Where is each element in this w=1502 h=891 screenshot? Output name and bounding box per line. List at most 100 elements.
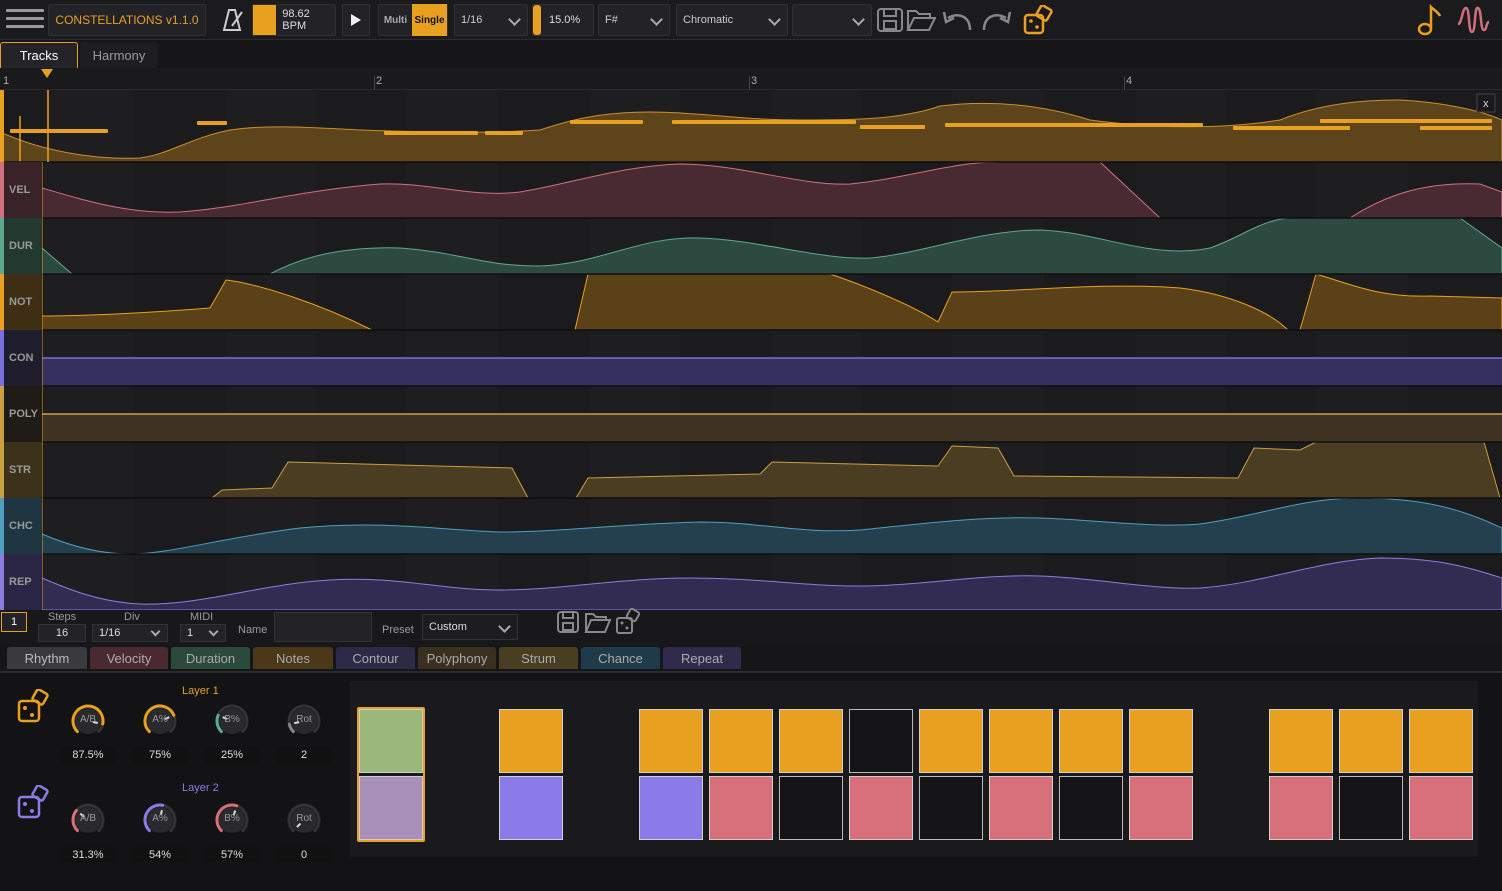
subtab-rhythm[interactable]: Rhythm xyxy=(7,647,87,669)
lane-label-poly[interactable]: POLY xyxy=(0,386,42,442)
div-select[interactable]: 1/16 xyxy=(92,624,168,642)
step-cell-top-9[interactable] xyxy=(919,709,983,773)
track-number[interactable]: 1 xyxy=(1,612,27,632)
lane-label-vel[interactable]: VEL xyxy=(0,162,42,218)
randomize-dice-icon[interactable] xyxy=(1022,4,1056,36)
play-button[interactable] xyxy=(342,4,370,36)
chevron-down-icon xyxy=(508,13,521,26)
key-select[interactable]: F# xyxy=(598,4,670,36)
step-cell-bottom-3[interactable] xyxy=(499,776,563,840)
preset-label: Preset xyxy=(382,624,414,636)
step-cell-bottom-6[interactable] xyxy=(709,776,773,840)
knob-layer1-b[interactable]: B% xyxy=(214,703,250,739)
knob-layer2-a[interactable]: A% xyxy=(142,802,178,838)
lane-velocity: VEL xyxy=(0,162,1502,218)
step-cell-top-6[interactable] xyxy=(709,709,773,773)
lane-label-rep[interactable]: REP xyxy=(0,554,42,610)
knob-layer2-ab[interactable]: A/B xyxy=(70,802,106,838)
tab-tracks[interactable]: Tracks xyxy=(0,42,78,68)
track-randomize-dice-icon[interactable] xyxy=(614,608,642,636)
step-cell-bottom-8[interactable] xyxy=(849,776,913,840)
music-note-icon[interactable] xyxy=(1416,4,1446,36)
step-cell-top-12[interactable] xyxy=(1129,709,1193,773)
knob-value[interactable]: 31.3% xyxy=(62,847,114,863)
bpm-value: 98.62 BPM xyxy=(282,8,310,32)
step-cell-top-5[interactable] xyxy=(639,709,703,773)
knob-label: A% xyxy=(152,714,168,725)
subtab-strum[interactable]: Strum xyxy=(499,647,578,669)
preset-select[interactable] xyxy=(792,4,872,36)
lane-label-chc[interactable]: CHC xyxy=(0,498,42,554)
step-cell-bottom-10[interactable] xyxy=(989,776,1053,840)
knob-layer1-ab[interactable]: A/B xyxy=(70,703,106,739)
chevron-down-icon xyxy=(498,620,511,633)
knob-value[interactable]: 25% xyxy=(206,747,258,763)
division-select[interactable]: 1/16 xyxy=(454,4,528,36)
preset-select[interactable]: Custom xyxy=(422,614,518,640)
scale-select[interactable]: Chromatic xyxy=(676,4,788,36)
step-cell-top-10[interactable] xyxy=(989,709,1053,773)
subtab-chance[interactable]: Chance xyxy=(581,647,660,669)
mode-single[interactable]: Single xyxy=(412,4,447,36)
subtab-polyphony[interactable]: Polyphony xyxy=(418,647,496,669)
step-cell-top-14[interactable] xyxy=(1269,709,1333,773)
div-label: Div xyxy=(124,611,140,623)
layer1-dice-icon[interactable] xyxy=(16,689,52,723)
undo-icon[interactable] xyxy=(940,4,976,36)
knob-layer2-rot[interactable]: Rot xyxy=(286,802,322,838)
knob-layer1-rot[interactable]: Rot xyxy=(286,703,322,739)
step-cell-top-3[interactable] xyxy=(499,709,563,773)
step-cell-top-11[interactable] xyxy=(1059,709,1123,773)
step-cell-bottom-15[interactable] xyxy=(1339,776,1403,840)
tab-harmony[interactable]: Harmony xyxy=(80,42,158,68)
swing-field[interactable]: 15.0% xyxy=(532,4,594,36)
name-input[interactable] xyxy=(274,612,372,642)
knob-value[interactable]: 87.5% xyxy=(62,747,114,763)
step-cell-top-8[interactable] xyxy=(849,709,913,773)
knob-value[interactable]: 75% xyxy=(134,747,186,763)
track-open-icon[interactable] xyxy=(584,610,612,636)
step-cell-bottom-9[interactable] xyxy=(919,776,983,840)
midi-select[interactable]: 1 xyxy=(180,624,226,642)
step-cell-bottom-11[interactable] xyxy=(1059,776,1123,840)
metronome-icon[interactable] xyxy=(218,4,248,36)
subtab-contour[interactable]: Contour xyxy=(336,647,415,669)
knob-value[interactable]: 0 xyxy=(278,847,330,863)
step-cell-bottom-7[interactable] xyxy=(779,776,843,840)
knob-layer2-b[interactable]: B% xyxy=(214,802,250,838)
knob-layer1-a[interactable]: A% xyxy=(142,703,178,739)
bar-line xyxy=(374,76,375,90)
timeline-ruler[interactable]: 1 2 3 4 xyxy=(0,68,1502,90)
step-cell-bottom-16[interactable] xyxy=(1409,776,1473,840)
step-cell-bottom-14[interactable] xyxy=(1269,776,1333,840)
bpm-field[interactable]: 98.62 BPM xyxy=(252,4,336,36)
redo-icon[interactable] xyxy=(980,4,1016,36)
waveform-icon[interactable] xyxy=(1456,4,1492,36)
step-cell-top-7[interactable] xyxy=(779,709,843,773)
knob-value[interactable]: 54% xyxy=(134,847,186,863)
menu-icon[interactable] xyxy=(6,4,44,36)
save-icon[interactable] xyxy=(876,4,906,36)
steps-field[interactable]: 16 xyxy=(38,624,86,642)
knob-value[interactable]: 57% xyxy=(206,847,258,863)
mode-multi[interactable]: Multi xyxy=(379,15,412,26)
step-cell-bottom-5[interactable] xyxy=(639,776,703,840)
step-cell-top-15[interactable] xyxy=(1339,709,1403,773)
subtab-repeat[interactable]: Repeat xyxy=(663,647,741,669)
playhead-marker-icon[interactable] xyxy=(41,69,53,79)
lane-label-str[interactable]: STR xyxy=(0,442,42,498)
layer2-dice-icon[interactable] xyxy=(16,785,52,819)
subtab-notes[interactable]: Notes xyxy=(253,647,333,669)
subtab-duration[interactable]: Duration xyxy=(171,647,250,669)
step-cell-bottom-12[interactable] xyxy=(1129,776,1193,840)
track-save-icon[interactable] xyxy=(556,610,582,636)
open-folder-icon[interactable] xyxy=(906,4,938,36)
lane-strum: STR xyxy=(0,442,1502,498)
lane-label-not[interactable]: NOT xyxy=(0,274,42,330)
step-cell-top-16[interactable] xyxy=(1409,709,1473,773)
mode-toggle[interactable]: Multi Single xyxy=(378,4,448,36)
knob-value[interactable]: 2 xyxy=(278,747,330,763)
lane-label-con[interactable]: CON xyxy=(0,330,42,386)
subtab-velocity[interactable]: Velocity xyxy=(90,647,168,669)
lane-label-dur[interactable]: DUR xyxy=(0,218,42,274)
